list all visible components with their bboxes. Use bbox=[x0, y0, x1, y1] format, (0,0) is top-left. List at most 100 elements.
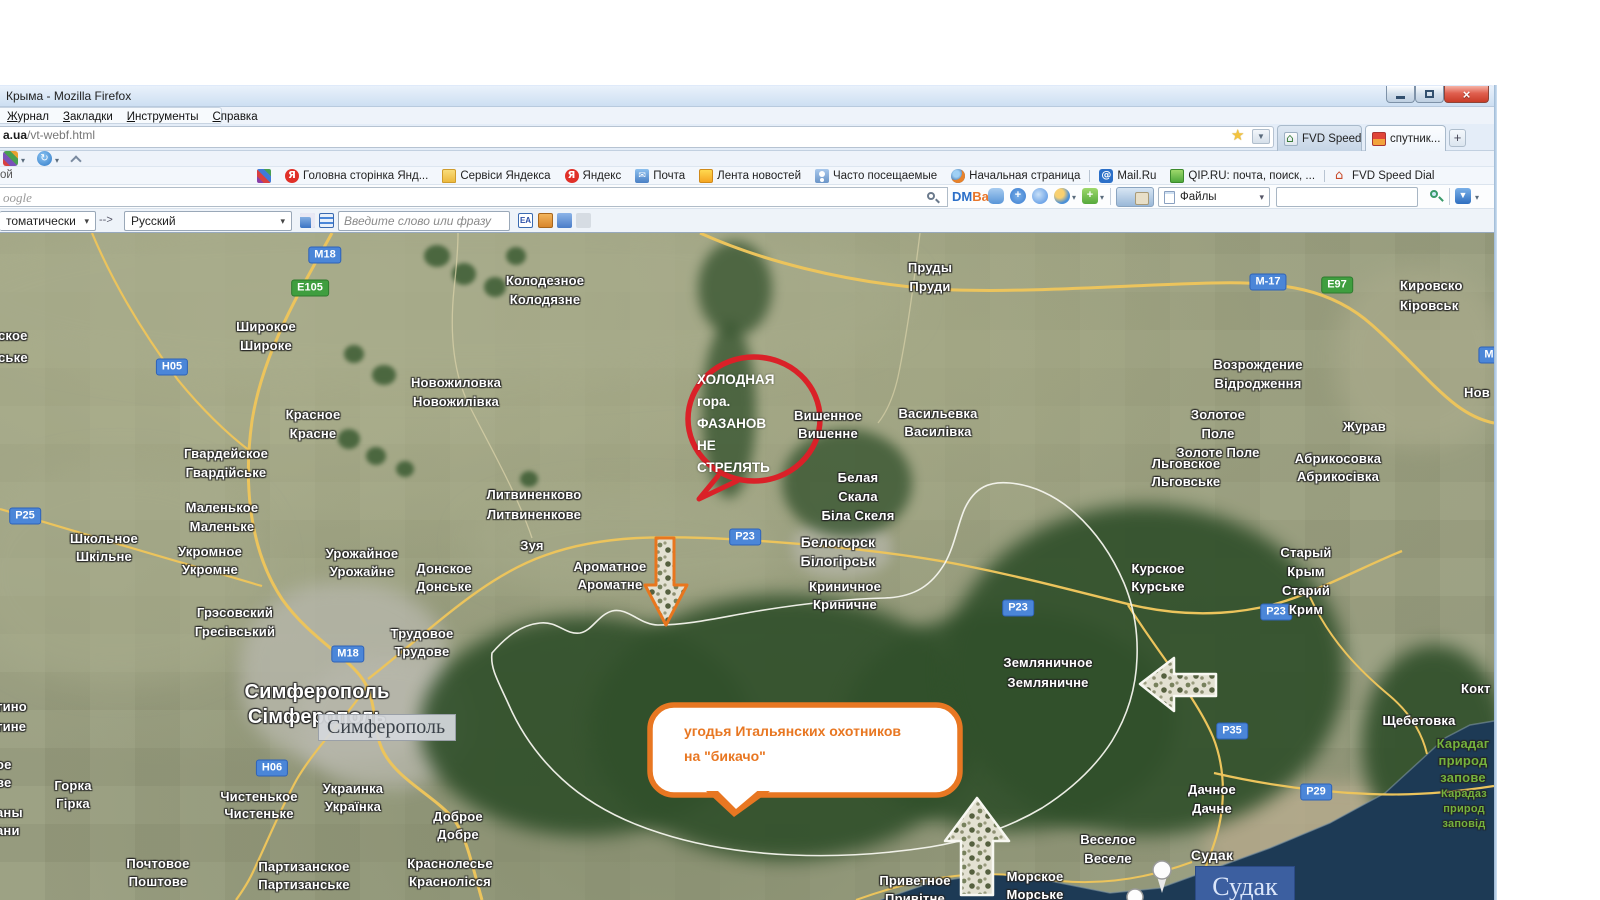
bookmark-item[interactable]: FVD Speed Dial bbox=[1327, 167, 1441, 185]
bookmark-item[interactable]: Сервіси Яндекса bbox=[435, 167, 557, 185]
translate-toolbar: томатически --> Русский bbox=[0, 209, 1497, 233]
map-place-label: ВозрождениеВідродження bbox=[1213, 355, 1302, 393]
download-icon[interactable] bbox=[1455, 188, 1471, 204]
add-service-icon[interactable] bbox=[1082, 188, 1098, 204]
addon-grid-icon[interactable] bbox=[3, 151, 18, 166]
map-place-label: КраснолесьеКраснолісся bbox=[407, 855, 493, 891]
chat-icon[interactable] bbox=[988, 188, 1004, 204]
window-border bbox=[1494, 85, 1497, 900]
map-place-label: БелогорскБілогірськ bbox=[801, 533, 876, 571]
orange-callout-text: угодья Итальянских охотниковна "бикачо" bbox=[684, 719, 901, 769]
source-language-select[interactable]: томатически bbox=[0, 211, 96, 231]
road-badge: Е105 bbox=[291, 280, 329, 297]
road-badge: Н06 bbox=[256, 760, 288, 777]
map-place-label: НовожиловкаНовожилівка bbox=[411, 373, 501, 411]
clipboard-icon[interactable] bbox=[538, 213, 553, 228]
globe-icon[interactable] bbox=[1054, 188, 1070, 204]
snapshot-button[interactable] bbox=[1116, 187, 1154, 207]
dictionary-icon[interactable] bbox=[518, 213, 533, 228]
map-place-label: тинотине bbox=[0, 697, 27, 737]
search-green-icon[interactable] bbox=[1430, 190, 1438, 198]
translate-lines-icon[interactable] bbox=[319, 213, 334, 228]
browser-window: Крыма - Mozilla Firefox × ЖурналЗакладки… bbox=[0, 85, 1497, 900]
bookmark-item[interactable]: Яндекс bbox=[558, 167, 629, 185]
translate-input[interactable] bbox=[338, 211, 510, 231]
sync-icon[interactable] bbox=[37, 151, 52, 166]
menu-journal[interactable]: Журнал bbox=[0, 110, 56, 123]
tab-sputnik-map[interactable]: спутник... × bbox=[1365, 125, 1446, 151]
bookmark-item[interactable]: Лента новостей bbox=[692, 167, 808, 185]
google-search-input[interactable]: oogle bbox=[0, 187, 948, 207]
bookmark-label: Сервіси Яндекса bbox=[460, 170, 550, 182]
bookmark-item[interactable]: QIP.RU: почта, поиск, ... bbox=[1163, 167, 1322, 185]
url-host: a.ua bbox=[3, 128, 27, 142]
translate-page-icon[interactable] bbox=[300, 213, 315, 228]
map-place-label: УкромноеУкромне bbox=[178, 543, 242, 579]
menu-tools[interactable]: Инструменты bbox=[120, 110, 206, 123]
map-place-label: ДонскоеДонське bbox=[416, 560, 472, 596]
minimize-icon bbox=[1396, 96, 1405, 99]
minimize-button[interactable] bbox=[1386, 86, 1415, 103]
url-dropdown-button[interactable]: ▼ bbox=[1252, 129, 1270, 144]
site-favicon-icon bbox=[1372, 132, 1386, 146]
bookmark-label: Начальная страница bbox=[969, 170, 1080, 182]
service-icon[interactable] bbox=[1032, 188, 1048, 204]
add-icon[interactable] bbox=[1010, 188, 1026, 204]
map-place-label: Карадазприродзаповід bbox=[1441, 787, 1487, 832]
chevron-down-icon[interactable]: ▾ bbox=[1100, 193, 1104, 202]
bookmark-star-icon[interactable]: ★ bbox=[1231, 126, 1244, 144]
close-button[interactable]: × bbox=[1444, 86, 1489, 103]
menu-bookmarks[interactable]: Закладки bbox=[56, 110, 120, 123]
separator bbox=[1324, 170, 1325, 182]
road-badge: М18 bbox=[331, 646, 364, 663]
map-pin-icon bbox=[1127, 889, 1143, 900]
url-bar[interactable] bbox=[0, 126, 1274, 148]
new-tab-button[interactable]: + bbox=[1449, 129, 1466, 147]
navigation-bar: a.ua/vt-webf.html ★ ▼ FVD Speed ... спут… bbox=[0, 124, 1497, 151]
map-place-label: Зуя bbox=[520, 536, 543, 555]
menu-help[interactable]: Справка bbox=[205, 110, 264, 123]
chevron-down-icon[interactable]: ▾ bbox=[21, 156, 25, 165]
maximize-button[interactable] bbox=[1415, 86, 1444, 103]
road-badge: Р23 bbox=[729, 529, 761, 546]
tab-label: спутник... bbox=[1390, 133, 1440, 145]
grid-icon bbox=[257, 169, 271, 183]
bookmark-item[interactable]: Головна сторінка Янд... bbox=[278, 167, 435, 185]
collapse-toolbar-icon[interactable] bbox=[72, 155, 80, 163]
tab-fvd-speed-dial[interactable]: FVD Speed ... bbox=[1277, 125, 1362, 151]
language-pair-icon[interactable] bbox=[557, 213, 572, 228]
chevron-down-icon[interactable]: ▾ bbox=[55, 156, 59, 165]
map-place-label: КурскоеКурське bbox=[1131, 560, 1184, 596]
map[interactable]: М18Е105Н05Р25Р23М-17Е97ММ18Н06Р23Р23Р35Р… bbox=[0, 233, 1494, 900]
map-place-label: ПрудыПруди bbox=[908, 258, 952, 296]
map-place-label: Нов bbox=[1464, 383, 1490, 402]
bookmark-label: Часто посещаемые bbox=[833, 170, 937, 182]
files-dropdown[interactable]: Файлы bbox=[1158, 187, 1270, 207]
url-path: /vt-webf.html bbox=[27, 128, 95, 142]
target-language-select[interactable]: Русский bbox=[124, 211, 292, 231]
chevron-down-icon[interactable]: ▾ bbox=[1475, 193, 1479, 202]
bookmark-item[interactable] bbox=[250, 167, 278, 185]
map-place-label: ЗемляничноеЗемляничне bbox=[1003, 653, 1092, 693]
map-place-label: ЛьговскоеЛьговське bbox=[1152, 455, 1221, 491]
bookmark-item[interactable]: Начальная страница bbox=[944, 167, 1087, 185]
bookmark-item[interactable]: Почта bbox=[628, 167, 692, 185]
map-place-label: СтарыйКрымСтарийКрим bbox=[1280, 543, 1331, 619]
map-place-label: Щебетовка bbox=[1382, 711, 1455, 730]
bookmark-item[interactable]: Часто посещаемые bbox=[808, 167, 944, 185]
map-place-label: ДоброеДобре bbox=[433, 808, 483, 844]
map-place-label: ПриветноеПривітне bbox=[879, 872, 950, 900]
window-title: Крыма - Mozilla Firefox bbox=[6, 89, 131, 103]
map-place-label: КировскоКіровськ bbox=[1400, 276, 1463, 316]
map-place-label: БелаяСкалаБіла Скеля bbox=[821, 468, 894, 525]
url-text: a.ua/vt-webf.html bbox=[3, 128, 95, 142]
map-place-label: АроматноеАроматне bbox=[574, 558, 647, 594]
annotation-orange-arrow-down bbox=[645, 538, 687, 625]
bookmark-item[interactable]: Mail.Ru bbox=[1092, 167, 1163, 185]
map-place-label: Журав bbox=[1343, 417, 1386, 436]
toolbar-input[interactable] bbox=[1276, 187, 1418, 207]
map-place-label: ГвардейскоеГвардійське bbox=[184, 444, 268, 482]
map-place-label: аныани bbox=[0, 804, 23, 840]
chevron-down-icon[interactable]: ▾ bbox=[1072, 193, 1076, 202]
title-bar[interactable]: Крыма - Mozilla Firefox × bbox=[0, 85, 1497, 107]
